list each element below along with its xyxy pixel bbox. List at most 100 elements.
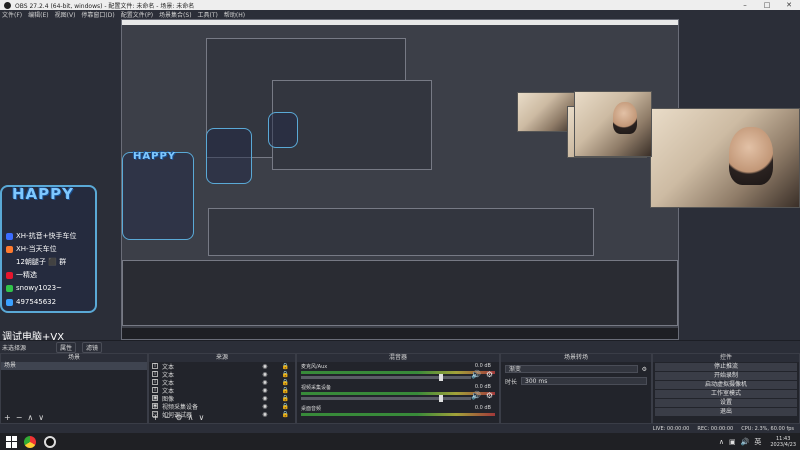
menu-tools[interactable]: 工具(T) [198, 10, 218, 19]
speaker-icon[interactable]: 🔊 [471, 370, 481, 379]
lock-icon[interactable]: 🔒 [282, 387, 289, 394]
track-name: 麦克风/Aux [301, 364, 328, 370]
nested-dock [122, 260, 678, 326]
volume-meter [301, 392, 495, 395]
menu-profile[interactable]: 配置文件(P) [121, 10, 153, 19]
source-toolbar: 未选择源 属性 滤镜 [0, 340, 800, 353]
eye-icon[interactable]: ◉ [262, 371, 267, 378]
weibo-icon [6, 271, 13, 279]
menu-edit[interactable]: 编辑(E) [28, 10, 48, 19]
chrome-icon[interactable] [24, 435, 36, 448]
status-bar: LIVE: 00:00:00 REC: 00:00:00 CPU: 2.3%, … [0, 424, 800, 433]
text-icon: T [152, 371, 158, 377]
mixer-track: 桌面音频 0.0 dB [297, 404, 499, 425]
overlay-text: 一精选 [16, 271, 37, 279]
close-button[interactable]: ✕ [778, 0, 800, 10]
volume-slider[interactable] [301, 395, 471, 402]
nested-overlay: HAPPY [122, 151, 194, 240]
qq-icon [6, 298, 13, 306]
eye-icon[interactable]: ◉ [262, 395, 267, 402]
lock-icon[interactable]: 🔒 [282, 371, 289, 378]
maximize-button[interactable]: □ [756, 0, 778, 10]
start-recording-button[interactable]: 开始录制 [655, 372, 797, 380]
volume-slider[interactable] [301, 374, 471, 381]
studio-mode-button[interactable]: 工作室模式 [655, 390, 797, 398]
preview-area[interactable]: HAPPY XH-抗音+快手车位 XH-当天车位 12朝腿子 ⬛ 群 一精选 s… [0, 19, 800, 343]
live-status: LIVE: 00:00:00 [652, 425, 690, 432]
tiktok-icon [6, 232, 13, 240]
text-icon: T [152, 387, 158, 393]
menu-help[interactable]: 帮助(H) [224, 10, 245, 19]
mixer-track: 视频采集设备 0.0 dB 🔊 ⚙ [297, 383, 499, 404]
transitions-title: 场景转场 [501, 354, 651, 362]
move-down-button[interactable]: ∨ [38, 413, 44, 423]
volume-icon[interactable]: 🔊 [741, 438, 750, 446]
obs-window: OBS 27.2.4 (64-bit, windows) - 配置文件: 未命名… [0, 0, 800, 450]
lock-icon[interactable]: 🔒 [282, 403, 289, 410]
obs-logo-icon [4, 1, 11, 9]
add-source-button[interactable]: + [152, 413, 159, 423]
nested-overlay [206, 128, 252, 184]
obs-icon[interactable] [44, 435, 56, 448]
overlay-line: 12朝腿子 ⬛ 群 [6, 257, 66, 267]
mixer-track: 麦克风/Aux 0.0 dB 🔊 ⚙ [297, 362, 499, 383]
start-virtual-camera-button[interactable]: 启动虚拟摄像机 [655, 381, 797, 389]
chevron-up-icon[interactable]: ∧ [719, 438, 724, 446]
windows-start-icon[interactable] [6, 435, 18, 448]
window-controls: – □ ✕ [734, 0, 800, 10]
scenes-dock: 场景 场景 + − ∧ ∨ [0, 353, 148, 424]
input-language[interactable]: 英 [754, 437, 761, 447]
duration-input[interactable]: 300 ms [521, 377, 647, 385]
lock-icon[interactable]: 🔒 [282, 379, 289, 386]
slider-knob[interactable] [439, 395, 443, 402]
overlay-line: XH-当天车位 [6, 244, 57, 254]
transitions-dock: 场景转场 渐变 ⚙ 时长 300 ms [500, 353, 652, 424]
text-icon: T [152, 379, 158, 385]
source-settings-button[interactable]: ⚙ [175, 413, 182, 423]
track-name: 视频采集设备 [301, 385, 332, 391]
track-db: 0.0 dB [474, 405, 491, 411]
settings-button[interactable]: 设置 [655, 399, 797, 407]
overlay-text: 12朝腿子 ⬛ 群 [16, 258, 67, 266]
remove-source-button[interactable]: − [164, 413, 171, 423]
overlay-line: snowy1023~ [6, 284, 62, 292]
menu-scene-collection[interactable]: 场景集合(S) [159, 10, 192, 19]
move-up-button[interactable]: ∧ [27, 413, 33, 423]
exit-button[interactable]: 退出 [655, 408, 797, 416]
gear-icon[interactable]: ⚙ [486, 391, 493, 400]
minimize-button[interactable]: – [734, 0, 756, 10]
gear-icon[interactable]: ⚙ [486, 370, 493, 379]
transition-type-select[interactable]: 渐变 [505, 365, 638, 373]
move-down-button[interactable]: ∨ [198, 413, 204, 423]
speaker-icon[interactable]: 🔊 [471, 391, 481, 400]
scenes-footer: + − ∧ ∨ [1, 413, 147, 423]
move-up-button[interactable]: ∧ [188, 413, 194, 423]
sources-footer: + − ⚙ ∧ ∨ [149, 413, 295, 423]
remove-scene-button[interactable]: − [16, 413, 23, 423]
eye-icon[interactable]: ◉ [262, 403, 267, 410]
lock-icon[interactable]: 🔒 [282, 363, 289, 370]
volume-meter [301, 371, 495, 374]
preview-canvas[interactable]: HAPPY [121, 19, 679, 340]
menu-docks[interactable]: 停靠窗口(D) [81, 10, 114, 19]
scene-item[interactable]: 场景 [1, 362, 147, 370]
menu-file[interactable]: 文件(F) [2, 10, 22, 19]
clock[interactable]: 11:43 2023/4/23 [770, 436, 796, 448]
network-icon[interactable]: ▣ [729, 438, 736, 446]
filters-button[interactable]: 滤镜 [82, 341, 103, 353]
scenes-title: 场景 [1, 354, 147, 362]
slider-knob[interactable] [439, 374, 443, 381]
gear-icon[interactable]: ⚙ [642, 366, 647, 373]
eye-icon[interactable]: ◉ [262, 387, 267, 394]
lock-icon[interactable]: 🔒 [282, 395, 289, 402]
menu-view[interactable]: 视图(V) [55, 10, 76, 19]
nested-taskbar [122, 328, 678, 339]
controls-dock: 控件 停止推流 开始录制 启动虚拟摄像机 工作室模式 设置 退出 [652, 353, 800, 424]
add-scene-button[interactable]: + [4, 413, 11, 423]
eye-icon[interactable]: ◉ [262, 379, 267, 386]
eye-icon[interactable]: ◉ [262, 363, 267, 370]
stop-streaming-button[interactable]: 停止推流 [655, 363, 797, 371]
properties-button[interactable]: 属性 [56, 341, 77, 353]
overlay-line: 497545632 [6, 298, 56, 306]
rec-status: REC: 00:00:00 [697, 425, 734, 432]
